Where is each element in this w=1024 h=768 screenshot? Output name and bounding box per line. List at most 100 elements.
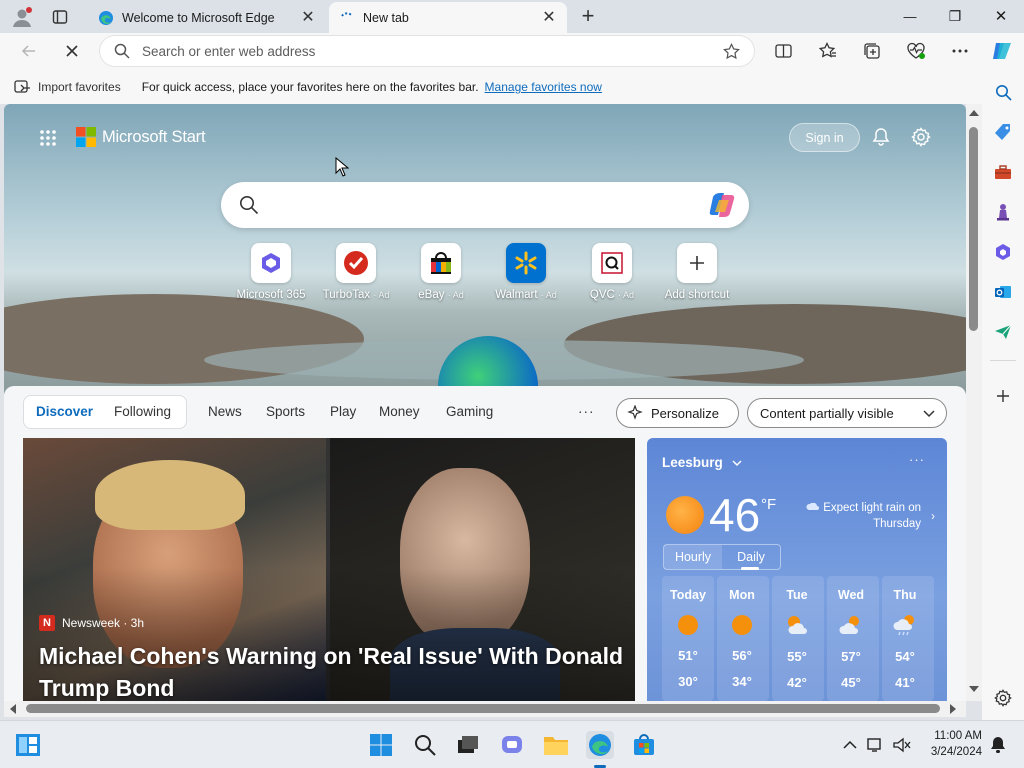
favorites-button[interactable]	[817, 40, 839, 62]
close-tab-icon[interactable]: ✕	[300, 9, 316, 26]
tab-actions-button[interactable]	[48, 6, 72, 28]
forecast-note[interactable]: Expect light rain on Thursday ›	[790, 500, 935, 532]
copilot-button[interactable]	[989, 38, 1015, 64]
back-button[interactable]	[18, 40, 40, 62]
task-view-button[interactable]	[454, 731, 482, 759]
story-card[interactable]: N Newsweek · 3h Michael Cohen's Warning …	[23, 438, 635, 701]
scroll-right-arrow-icon[interactable]	[950, 704, 956, 714]
teams-chat-button[interactable]	[498, 731, 526, 759]
widgets-icon	[16, 734, 40, 756]
hourly-tab[interactable]: Hourly	[664, 545, 722, 569]
sidebar-drop-button[interactable]	[992, 321, 1014, 343]
sidebar-shopping-button[interactable]	[992, 121, 1014, 143]
widgets-button[interactable]	[14, 731, 42, 759]
settings-and-more-button[interactable]	[949, 40, 971, 62]
shortcut-turbotax[interactable]: TurboTax · Ad	[311, 243, 401, 301]
personalize-button[interactable]: Personalize	[616, 398, 739, 428]
file-explorer-button[interactable]	[542, 731, 570, 759]
forecast-day[interactable]: Mon 56° 34°	[716, 588, 768, 689]
tab-money[interactable]: Money	[379, 404, 420, 419]
new-tab-button[interactable]: +	[576, 3, 600, 28]
weather-card[interactable]: Leesburg ··· 46 °F Expect light rain on …	[647, 438, 947, 701]
web-search-box[interactable]	[221, 182, 749, 228]
split-screen-button[interactable]	[772, 40, 794, 62]
tab-gaming[interactable]: Gaming	[446, 404, 493, 419]
sidebar-settings-button[interactable]	[992, 687, 1014, 709]
shortcut-qvc[interactable]: QVC · Ad	[567, 243, 657, 301]
clock-button[interactable]: 11:00 AM 3/24/2024	[918, 728, 982, 760]
sidebar-games-button[interactable]	[992, 201, 1014, 223]
network-icon	[867, 738, 881, 752]
address-bar[interactable]: Search or enter web address	[100, 36, 754, 66]
edge-taskbar-button[interactable]	[586, 731, 614, 759]
address-input[interactable]: Search or enter web address	[142, 44, 711, 59]
more-tabs-button[interactable]: ···	[578, 404, 595, 419]
ad-tag: · Ad	[373, 290, 390, 300]
forecast-day[interactable]: Today 51° 30°	[662, 588, 714, 689]
scroll-up-arrow-icon[interactable]	[969, 110, 979, 116]
minimize-button[interactable]: —	[898, 6, 922, 26]
shortcut-walmart[interactable]: Walmart · Ad	[481, 243, 571, 301]
story-headline[interactable]: Michael Cohen's Warning on 'Real Issue' …	[39, 640, 629, 701]
vertical-scroll-thumb[interactable]	[969, 127, 978, 331]
tab-new-tab[interactable]: New tab ✕	[329, 2, 567, 33]
vertical-scrollbar[interactable]	[966, 104, 982, 701]
copilot-icon[interactable]	[708, 191, 738, 219]
sidebar-search-button[interactable]	[992, 81, 1014, 103]
forecast-day[interactable]: Thu 54° 41°	[879, 588, 931, 690]
taskbar-search-button[interactable]	[411, 731, 439, 759]
tile	[677, 243, 717, 283]
weather-more-button[interactable]: ···	[909, 452, 925, 467]
browser-essentials-button[interactable]	[905, 40, 927, 62]
profile-button[interactable]	[8, 4, 36, 30]
tab-news[interactable]: News	[208, 404, 242, 419]
sidebar-add-button[interactable]	[992, 385, 1014, 407]
close-window-button[interactable]: ✕	[989, 6, 1013, 26]
tab-discover[interactable]: Discover	[36, 404, 93, 419]
sidebar-microsoft-365-button[interactable]	[992, 241, 1014, 263]
shortcut-label: Microsoft 365	[236, 289, 306, 301]
tab-welcome[interactable]: Welcome to Microsoft Edge ✕	[88, 2, 326, 33]
notifications-button[interactable]	[869, 125, 893, 149]
day-high: 57°	[841, 649, 861, 664]
tab-following[interactable]: Following	[114, 404, 171, 419]
restore-button[interactable]: ❐	[943, 6, 967, 26]
tab-sports[interactable]: Sports	[266, 404, 305, 419]
store-button[interactable]	[630, 731, 658, 759]
tab-actions-icon	[52, 10, 68, 24]
start-button[interactable]	[367, 731, 395, 759]
sidebar-tools-button[interactable]	[992, 161, 1014, 183]
add-favorite-star-icon[interactable]	[723, 42, 740, 60]
show-hidden-icons-button[interactable]	[836, 731, 864, 759]
qvc-icon	[601, 252, 623, 274]
day-name: Thu	[893, 588, 917, 602]
sign-in-button[interactable]: Sign in	[789, 123, 860, 152]
notification-center-button[interactable]	[988, 735, 1008, 755]
stop-loading-button[interactable]	[61, 40, 83, 62]
import-icon	[14, 80, 30, 93]
horizontal-scrollbar[interactable]	[4, 701, 966, 717]
day-low: 30°	[678, 674, 698, 689]
brand-logo[interactable]: Microsoft Start	[76, 127, 206, 147]
tab-play[interactable]: Play	[330, 404, 356, 419]
volume-button[interactable]	[892, 735, 912, 755]
daily-tab[interactable]: Daily	[722, 545, 780, 569]
network-button[interactable]	[866, 735, 886, 755]
manage-favorites-link[interactable]: Manage favorites now	[485, 80, 602, 94]
collections-button[interactable]	[861, 40, 883, 62]
shortcut-ebay[interactable]: eBay · Ad	[396, 243, 486, 301]
forecast-day[interactable]: Wed 57° 45°	[825, 588, 877, 690]
scroll-left-arrow-icon[interactable]	[10, 704, 16, 714]
page-settings-button[interactable]	[909, 125, 933, 149]
content-visibility-dropdown[interactable]: Content partially visible	[747, 398, 947, 428]
weather-location-selector[interactable]: Leesburg	[662, 455, 743, 470]
shortcut-microsoft-365[interactable]: Microsoft 365	[226, 243, 316, 301]
horizontal-scroll-thumb[interactable]	[26, 704, 940, 713]
add-shortcut-button[interactable]: Add shortcut	[652, 243, 742, 301]
close-tab-icon[interactable]: ✕	[541, 9, 557, 26]
scroll-down-arrow-icon[interactable]	[969, 686, 979, 692]
import-favorites-link[interactable]: Import favorites	[38, 80, 121, 94]
sidebar-outlook-button[interactable]	[992, 281, 1014, 303]
app-launcher-button[interactable]	[36, 126, 60, 150]
forecast-day[interactable]: Tue 55° 42°	[771, 588, 823, 690]
